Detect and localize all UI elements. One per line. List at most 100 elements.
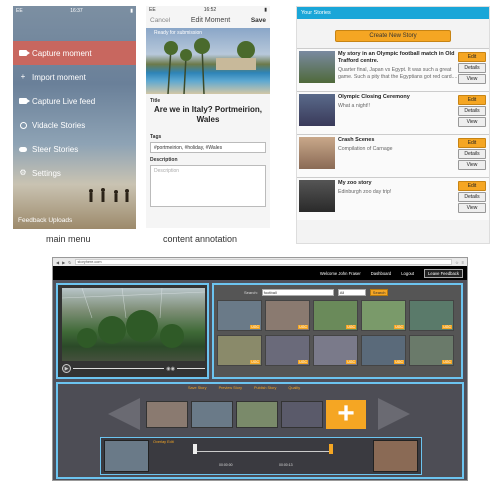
reload-icon[interactable]: ↻ — [68, 260, 71, 265]
time-label: 16:37 — [70, 7, 83, 14]
story-description: What a night!! — [338, 103, 371, 109]
address-bar[interactable]: storyhere.com — [74, 259, 453, 265]
menu-item-import-moment[interactable]: + Import moment — [13, 65, 136, 89]
video-timeline[interactable] — [73, 368, 165, 369]
story-title[interactable]: Olympic Closing Ceremony — [338, 94, 458, 101]
timeline-clip[interactable] — [236, 401, 278, 428]
forward-icon[interactable]: ▶ — [62, 260, 65, 265]
feedback-uploads-link[interactable]: Feedback Uploads — [18, 217, 72, 224]
search-input[interactable]: football — [261, 288, 334, 296]
create-new-story-button[interactable]: Create New Story — [335, 30, 451, 42]
story-thumbnail[interactable] — [299, 51, 335, 83]
result-grid: UGC UGC UGC UGC UGC UGC UGC UGC UGC UGC — [217, 300, 454, 366]
story-description: Quarter final, Japan vs Egypt. It was su… — [338, 67, 458, 80]
filter-select[interactable]: All — [337, 288, 366, 296]
scroll-left-arrow[interactable] — [108, 398, 140, 430]
tags-input[interactable]: #portmeirion, #holiday, #Wales — [150, 142, 266, 153]
result-tile[interactable]: UGC — [361, 300, 406, 331]
result-tile[interactable]: UGC — [217, 335, 262, 366]
story-row: Crash Scenes Compilation of Carnage Edit … — [297, 134, 489, 177]
trim-start-handle[interactable] — [193, 444, 197, 454]
save-button[interactable]: Save — [251, 17, 266, 24]
menu-item-steer-stories[interactable]: Steer Stories — [13, 137, 136, 161]
timeline-clip[interactable] — [191, 401, 233, 428]
view-button[interactable]: View — [458, 203, 486, 213]
tab-preview-story[interactable]: Preview Story — [219, 386, 242, 390]
result-tile[interactable]: UGC — [409, 335, 454, 366]
search-results-panel: Search: football All Search UGC UGC UGC … — [212, 283, 463, 379]
result-tile[interactable]: UGC — [265, 335, 310, 366]
details-button[interactable]: Details — [458, 149, 486, 159]
video-controls: ▶ ◉◉ — [62, 363, 205, 374]
tab-quality[interactable]: Quality — [288, 386, 300, 390]
star-icon[interactable]: ☆ — [455, 260, 459, 265]
ugc-badge: UGC — [394, 325, 404, 329]
story-tabs: Save Story Preview Story Publish Story Q… — [188, 386, 300, 390]
moment-title-field[interactable]: Are we in Italy? Portmeirion, Wales — [146, 104, 270, 126]
result-tile[interactable]: UGC — [217, 300, 262, 331]
edit-button[interactable]: Edit — [458, 95, 486, 105]
story-title[interactable]: My story in an Olympic football match in… — [338, 51, 458, 65]
tab-publish-story[interactable]: Publish Story — [254, 386, 276, 390]
add-clip-icon[interactable]: + — [326, 399, 366, 429]
trim-end-handle[interactable] — [329, 444, 333, 454]
dashboard-link[interactable]: Dashboard — [371, 271, 392, 276]
story-row: My zoo story Edinburgh zoo day trip! Edit… — [297, 177, 489, 220]
story-thumbnail[interactable] — [299, 94, 335, 126]
details-button[interactable]: Details — [458, 63, 486, 73]
timeline-clip[interactable] — [146, 401, 188, 428]
menu-item-label: Capture Live feed — [32, 96, 96, 106]
view-button[interactable]: View — [458, 160, 486, 170]
result-tile[interactable]: UGC — [265, 300, 310, 331]
result-tile[interactable]: UGC — [313, 335, 358, 366]
scroll-right-arrow[interactable] — [378, 398, 410, 430]
screen-title: Edit Moment — [190, 16, 231, 24]
details-button[interactable]: Details — [458, 106, 486, 116]
menu-item-capture-live-feed[interactable]: Capture Live feed — [13, 89, 136, 113]
details-button[interactable]: Details — [458, 192, 486, 202]
back-icon[interactable]: ◀ — [56, 260, 59, 265]
result-tile[interactable]: UGC — [313, 300, 358, 331]
story-thumbnail[interactable] — [299, 180, 335, 212]
view-button[interactable]: View — [458, 74, 486, 84]
story-row: My story in an Olympic football match in… — [297, 48, 489, 91]
menu-item-capture-moment[interactable]: Capture moment — [13, 41, 136, 65]
edit-button[interactable]: Edit — [458, 52, 486, 62]
description-textarea[interactable]: Description — [150, 165, 266, 207]
tab-save-story[interactable]: Save Story — [188, 386, 207, 390]
timeline-clip[interactable] — [281, 401, 323, 428]
video-frame[interactable] — [61, 287, 206, 361]
moment-photo: Ready for submission — [146, 28, 270, 94]
story-thumbnail[interactable] — [299, 137, 335, 169]
menu-icon[interactable]: ≡ — [462, 260, 464, 265]
cancel-button[interactable]: Cancel — [150, 17, 170, 24]
edit-button[interactable]: Edit — [458, 138, 486, 148]
top-navbar: Welcome John Fraser Dashboard Logout Lea… — [53, 266, 467, 280]
desktop-editor-window: ◀ ▶ ↻ storyhere.com ☆ ≡ Welcome John Fra… — [52, 257, 468, 481]
trim-slider[interactable] — [193, 451, 333, 452]
story-title[interactable]: My zoo story — [338, 180, 458, 187]
ugc-badge: UGC — [346, 325, 356, 329]
ugc-badge: UGC — [298, 325, 308, 329]
edit-moment-screen: EE 16:52 ▮ Cancel Edit Moment Save Ready… — [146, 6, 270, 228]
volume-icon[interactable]: ◉◉ — [166, 366, 175, 372]
play-icon[interactable]: ▶ — [62, 364, 71, 373]
leave-feedback-button[interactable]: Leave Feedback — [424, 268, 463, 278]
welcome-text: Welcome John Fraser — [319, 270, 361, 276]
battery-icon: ▮ — [130, 7, 133, 14]
search-button[interactable]: Search — [369, 288, 389, 296]
story-description: Compilation of Carnage — [338, 146, 393, 152]
logout-link[interactable]: Logout — [401, 271, 414, 276]
gear-icon: ⚙ — [19, 168, 27, 177]
panel-header: Your Stories — [297, 7, 489, 19]
clip-trim-editor: Overlay Edit 00:00:00 00:00:13 — [100, 437, 422, 475]
view-button[interactable]: View — [458, 117, 486, 127]
ugc-badge: UGC — [298, 360, 308, 364]
edit-button[interactable]: Edit — [458, 181, 486, 191]
story-title[interactable]: Crash Scenes — [338, 137, 458, 144]
result-tile[interactable]: UGC — [361, 335, 406, 366]
menu-item-vidacle-stories[interactable]: Vidacle Stories — [13, 113, 136, 137]
menu-item-settings[interactable]: ⚙ Settings — [13, 161, 136, 185]
result-tile[interactable]: UGC — [409, 300, 454, 331]
volume-slider[interactable] — [177, 368, 205, 369]
